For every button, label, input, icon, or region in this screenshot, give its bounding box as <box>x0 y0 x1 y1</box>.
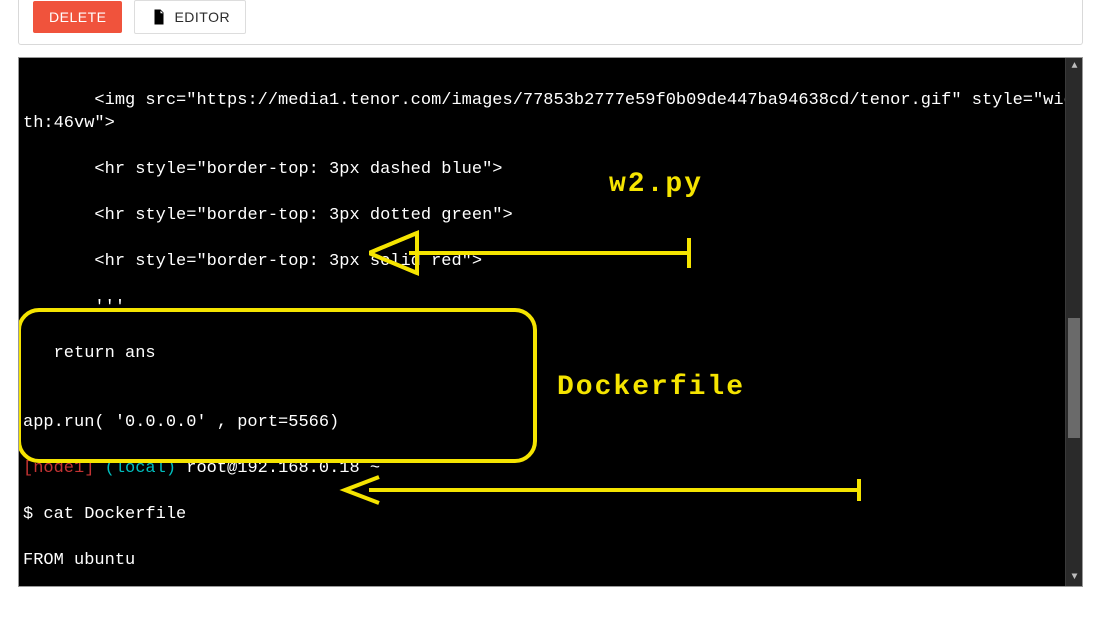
file-icon <box>150 8 168 26</box>
code-line: <img src="https://media1.tenor.com/image… <box>23 89 1082 135</box>
editor-button-label: EDITOR <box>174 9 230 25</box>
scrollbar-thumb[interactable] <box>1068 318 1080 438</box>
code-line: <hr style="border-top: 3px dashed blue"> <box>23 158 1082 181</box>
scroll-up-icon[interactable]: ▲ <box>1069 61 1080 72</box>
dockerfile-line: FROM ubuntu <box>23 549 1082 572</box>
scroll-down-icon[interactable]: ▼ <box>1069 572 1080 583</box>
code-line: <hr style="border-top: 3px dotted green"… <box>23 204 1082 227</box>
delete-button-label: DELETE <box>49 9 106 25</box>
terminal-scrollbar[interactable]: ▲ ▼ <box>1065 58 1082 586</box>
code-line: return ans <box>23 342 1082 365</box>
command-line: $ cat Dockerfile <box>23 503 1082 526</box>
prompt-local: (local) <box>105 459 187 478</box>
annotation-box <box>18 308 537 463</box>
toolbar: DELETE EDITOR <box>19 0 1082 42</box>
editor-button[interactable]: EDITOR <box>134 0 246 34</box>
prompt-node: [node1] <box>23 459 105 478</box>
annotation-label-w2py: w2.py <box>609 173 703 196</box>
terminal-output[interactable]: <img src="https://media1.tenor.com/image… <box>18 57 1083 587</box>
prompt-line: [node1] (local) root@192.168.0.18 ~ <box>23 457 1082 480</box>
prompt-userhost: root@192.168.0.18 ~ <box>186 459 380 478</box>
annotation-label-dockerfile: Dockerfile <box>557 376 745 399</box>
code-line: <hr style="border-top: 3px solid red"> <box>23 250 1082 273</box>
code-line: app.run( '0.0.0.0' , port=5566) <box>23 411 1082 434</box>
code-line: ''' <box>23 296 1082 319</box>
delete-button[interactable]: DELETE <box>33 1 122 33</box>
